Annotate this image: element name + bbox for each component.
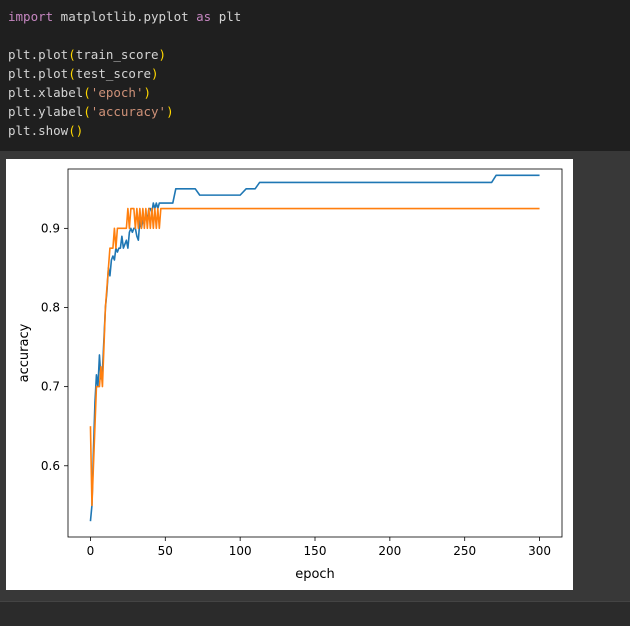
code-line: import matplotlib.pyplot as plt [8, 7, 241, 26]
bottom-bar [0, 601, 630, 626]
y-axis-label: accuracy [17, 323, 32, 382]
y-tick-label: 0.6 [41, 459, 60, 473]
code-token: ) [158, 47, 167, 62]
code-line: plt.xlabel('epoch') [8, 83, 151, 102]
code-token: () [68, 123, 84, 138]
code-line: plt.ylabel('accuracy') [8, 102, 174, 121]
line-chart: 0 50 100 150 200 250 300 0.6 0.7 0.8 0.9 epoch accur… [17, 168, 563, 582]
code-token: ( [83, 85, 91, 100]
code-token: ) [151, 66, 159, 81]
code-token: plt.plot [8, 47, 69, 62]
y-tick-label: 0.9 [41, 221, 60, 235]
series-line-2 [89, 207, 540, 507]
code-line: plt.show() [8, 121, 83, 140]
code-token: 'accuracy' [90, 104, 167, 119]
y-tick-label: 0.8 [41, 300, 60, 314]
x-tick-label: 0 [87, 544, 95, 558]
code-token: ) [143, 85, 152, 100]
x-axis-label: epoch [295, 567, 335, 582]
code-cell[interactable]: import matplotlib.pyplot as plt plt.plot(… [0, 0, 630, 151]
x-tick-label: 150 [304, 544, 327, 558]
code-token: 'epoch' [90, 85, 144, 100]
x-tick-label: 300 [528, 544, 551, 558]
code-token: matplotlib.pyplot [53, 9, 197, 24]
code-token: plt.show [8, 123, 69, 138]
x-tick-label: 200 [378, 544, 401, 558]
x-tick-label: 50 [158, 544, 173, 558]
code-token: test_score [75, 66, 152, 81]
code-line: plt.plot(test_score) [8, 64, 159, 83]
code-token: plt [211, 9, 242, 24]
x-tick-label: 250 [453, 544, 476, 558]
y-tick-label: 0.7 [41, 380, 60, 394]
code-line: plt.plot(train_score) [8, 45, 166, 64]
code-token: train_score [75, 47, 159, 62]
chart-figure: 0 50 100 150 200 250 300 0.6 0.7 0.8 0.9 epoch accur… [6, 159, 573, 590]
code-token: ( [68, 47, 76, 62]
code-token: ( [68, 66, 76, 81]
code-token: plt.xlabel [8, 85, 84, 100]
x-tick-label: 100 [229, 544, 252, 558]
code-token: import [8, 9, 54, 24]
code-token: as [196, 9, 212, 24]
code-token: plt.plot [8, 66, 69, 81]
code-token: ) [166, 104, 174, 119]
code-token: plt.ylabel [8, 104, 84, 119]
code-token: ( [83, 104, 91, 119]
series-line-1 [89, 174, 540, 522]
